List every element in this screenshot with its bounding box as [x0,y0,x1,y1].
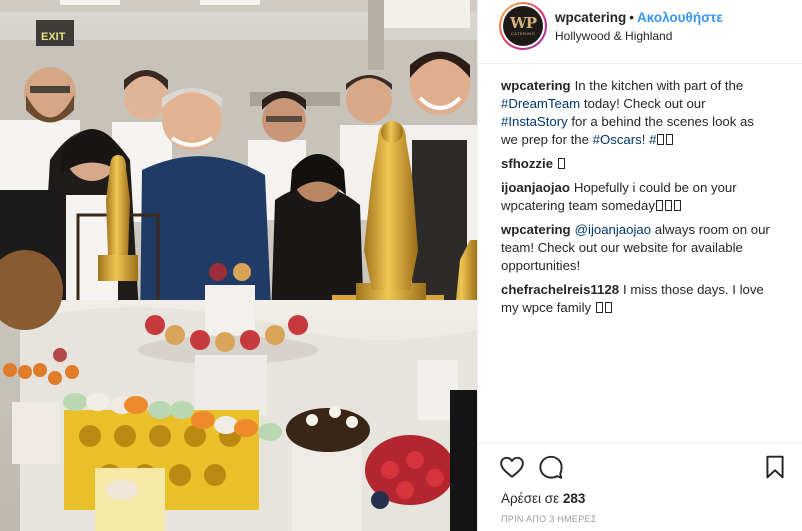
caption: wpcatering In the kitchen with part of th… [501,77,771,149]
hashtag-dreamteam[interactable]: #DreamTeam [501,96,580,111]
hashtag-emoji[interactable]: # [649,132,674,147]
comments-list: wpcatering In the kitchen with part of th… [501,77,771,323]
comment-bubble-icon[interactable] [538,454,564,480]
post-timestamp[interactable]: ΠΡΙΝ ΑΠΟ 3 ΗΜΕΡΕΣ [501,514,597,524]
instagram-post: EXIT WP CATERING wpcatering • Ακολουθήστ… [0,0,802,531]
comment-item: sfhozzie [501,155,771,173]
caption-text: In the kitchen with part of the [574,78,744,93]
comment-username[interactable]: chefrachelreis1128 [501,282,619,297]
hashtag-instastory[interactable]: #InstaStory [501,114,568,129]
missing-glyph-icon [673,200,681,211]
missing-glyph-icon [666,134,674,145]
caption-text: ! [641,132,650,147]
wp-catering-logo: WP CATERING [503,6,543,46]
missing-glyph-icon [558,158,566,169]
comment-username[interactable]: wpcatering [501,222,571,237]
comment-username[interactable]: sfhozzie [501,156,553,171]
likes-number: 283 [562,491,586,506]
mention-link[interactable]: @ijoanjaojao [575,222,651,237]
exit-sign-text: EXIT [41,31,66,43]
follow-button[interactable]: Ακολουθήστε [637,10,723,25]
missing-glyph-icon [655,200,663,211]
likes-count[interactable]: Αρέσει σε 283 [501,491,585,506]
post-header: WP CATERING wpcatering • Ακολουθήστε Holly… [478,0,802,64]
missing-glyph-icon [657,134,665,145]
avatar[interactable]: WP CATERING [499,2,547,50]
comment-item: chefrachelreis1128 I miss those days. I l… [501,281,771,317]
location-link[interactable]: Hollywood & Highland [555,28,723,44]
missing-glyph-icon [664,200,672,211]
hashtag-oscars[interactable]: #Oscars [593,132,642,147]
post-actions: Αρέσει σε 283 ΠΡΙΝ ΑΠΟ 3 ΗΜΕΡΕΣ [478,443,802,531]
caption-text: today! Check out our [580,96,706,111]
truffle-cup [286,406,370,531]
post-photo[interactable]: EXIT [0,0,477,531]
avatar-monogram: WP [509,14,537,32]
caption-username[interactable]: wpcatering [501,78,571,93]
likes-label: Αρέσει σε [501,491,563,506]
kitchen-team-photo: EXIT [0,0,477,531]
bookmark-icon[interactable] [762,454,788,480]
missing-glyph-icon [604,302,612,313]
comment-item: ijoanjaojao Hopefully i could be on your … [501,179,771,215]
heart-icon[interactable] [499,454,525,480]
post-sidebar: WP CATERING wpcatering • Ακολουθήστε Holly… [477,0,802,531]
comment-username[interactable]: ijoanjaojao [501,180,570,195]
avatar-word: CATERING [510,31,536,36]
header-separator: • [629,10,634,25]
missing-glyph-icon [595,302,603,313]
header-username[interactable]: wpcatering [555,10,626,25]
comment-item: wpcatering @ijoanjaojao always room on ou… [501,221,771,275]
